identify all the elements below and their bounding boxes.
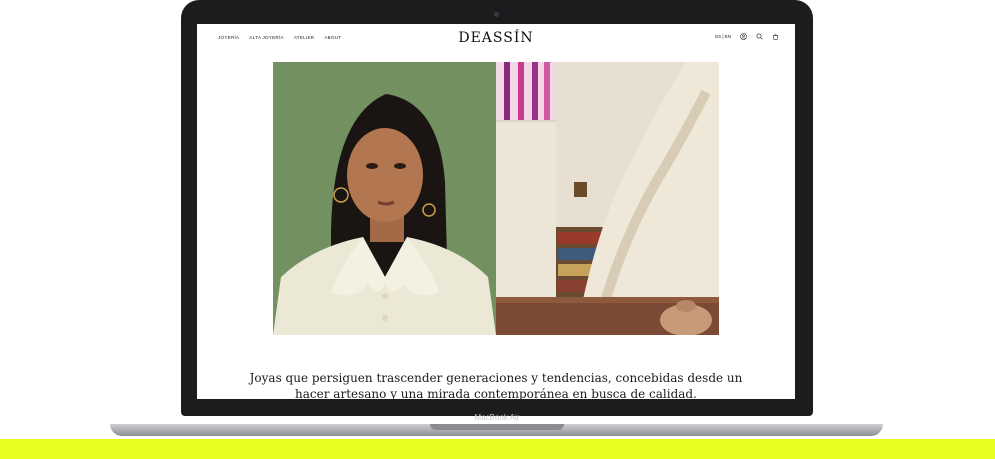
bag-icon[interactable] [772,33,779,40]
accent-band [0,439,995,459]
webcam [494,12,499,17]
search-icon[interactable] [756,33,763,40]
language-switcher[interactable]: ES | EN [715,34,731,39]
header-actions: ES | EN [715,33,779,40]
laptop-base-notch [430,424,564,430]
user-icon[interactable] [740,33,747,40]
hero-images [273,62,719,335]
brand-logo[interactable]: DEASSÍN [197,30,795,46]
portrait-image [273,62,496,335]
site-header: JOYERÍA ALTA JOYERÍA ATELIER ABOUT DEASS… [197,24,795,54]
laptop-screen: JOYERÍA ALTA JOYERÍA ATELIER ABOUT DEASS… [197,24,795,399]
staircase-image [496,62,719,335]
device-label: MacBook Air [474,413,520,422]
tagline: Joyas que persiguen trascender generacio… [249,371,743,399]
